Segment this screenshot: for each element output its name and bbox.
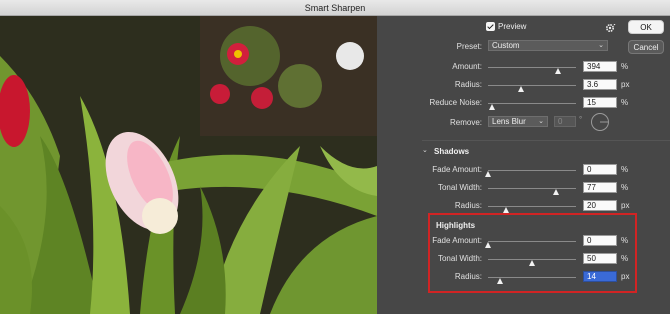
shadows-radius-unit: px [621, 201, 630, 210]
gear-icon[interactable] [605, 22, 616, 33]
amount-unit: % [621, 62, 629, 71]
highlights-title: Highlights [436, 221, 476, 230]
radius-unit: px [621, 80, 630, 89]
highlights-tonal-width-slider[interactable] [488, 256, 576, 266]
highlights-radius-unit: px [621, 272, 630, 281]
remove-value: Lens Blur [492, 117, 526, 126]
highlights-fade-amount-field[interactable]: 0 [583, 235, 617, 246]
ok-button[interactable]: OK [628, 20, 664, 34]
preview-label: Preview [498, 22, 527, 31]
highlights-tonal-width-field[interactable]: 50 [583, 253, 617, 264]
highlights-radius-slider[interactable] [488, 274, 576, 284]
amount-label: Amount: [452, 62, 482, 71]
highlights-fade-amount-label: Fade Amount: [432, 236, 482, 245]
angle-field[interactable]: 0 [554, 116, 576, 127]
reduce-noise-slider[interactable] [488, 100, 576, 110]
highlights-fade-amount-thumb[interactable] [485, 242, 491, 248]
highlights-fade-amount-unit: % [621, 236, 629, 245]
shadows-radius-slider[interactable] [488, 203, 576, 213]
highlights-radius-field[interactable]: 14 [583, 271, 617, 282]
chevron-down-icon: ⌄ [598, 42, 604, 49]
highlights-radius-thumb[interactable] [497, 278, 504, 284]
cancel-button[interactable]: Cancel [628, 40, 664, 54]
highlights-tonal-width-label: Tonal Width: [437, 254, 482, 263]
shadows-radius-label: Radius: [454, 201, 482, 210]
radius-field[interactable]: 3.6 [583, 79, 617, 90]
shadows-tonal-width-slider[interactable] [488, 185, 576, 195]
reduce-noise-slider-thumb[interactable] [489, 104, 496, 110]
highlights-fade-amount-slider[interactable] [485, 238, 576, 248]
shadows-tonal-width-unit: % [621, 183, 629, 192]
amount-field[interactable]: 394 [583, 61, 617, 72]
preview-checkbox[interactable] [486, 22, 495, 31]
shadows-fade-amount-field[interactable]: 0 [583, 164, 617, 175]
section-divider [422, 140, 670, 141]
preset-value: Custom [492, 41, 520, 50]
angle-unit: ° [579, 115, 583, 124]
preset-dropdown[interactable]: Custom ⌄ [488, 40, 608, 51]
shadows-radius-field[interactable]: 20 [583, 200, 617, 211]
highlights-radius-label: Radius: [454, 272, 482, 281]
shadows-fade-amount-slider[interactable] [485, 167, 576, 177]
shadows-tonal-width-field[interactable]: 77 [583, 182, 617, 193]
angle-dial-icon[interactable] [590, 112, 610, 132]
reduce-noise-unit: % [621, 98, 629, 107]
reduce-noise-label: Reduce Noise: [429, 98, 482, 107]
shadows-tonal-width-thumb[interactable] [552, 189, 559, 195]
highlights-tonal-width-thumb[interactable] [529, 260, 535, 266]
radius-slider-thumb[interactable] [518, 86, 525, 92]
window-title: Smart Sharpen [0, 0, 670, 16]
chevron-down-icon: ⌄ [538, 118, 544, 125]
amount-slider[interactable] [488, 64, 576, 74]
shadows-fade-amount-thumb[interactable] [485, 171, 491, 177]
shadows-title: Shadows [434, 147, 470, 156]
settings-panel: Preview OK Cancel Preset: Custom ⌄ Amoun… [378, 16, 670, 314]
tulip-photo [0, 16, 377, 314]
highlights-tonal-width-unit: % [621, 254, 629, 263]
radius-slider[interactable] [488, 82, 576, 92]
remove-label: Remove: [449, 118, 482, 127]
shadows-tonal-width-label: Tonal Width: [437, 183, 482, 192]
reduce-noise-field[interactable]: 15 [583, 97, 617, 108]
shadows-fade-amount-unit: % [621, 165, 629, 174]
remove-dropdown[interactable]: Lens Blur ⌄ [488, 116, 548, 127]
image-preview[interactable] [0, 16, 377, 314]
preset-label: Preset: [456, 42, 482, 51]
shadows-chevron-down-icon[interactable]: ⌄ [422, 146, 428, 154]
amount-slider-thumb[interactable] [554, 68, 561, 74]
shadows-fade-amount-label: Fade Amount: [432, 165, 482, 174]
radius-label: Radius: [454, 80, 482, 89]
